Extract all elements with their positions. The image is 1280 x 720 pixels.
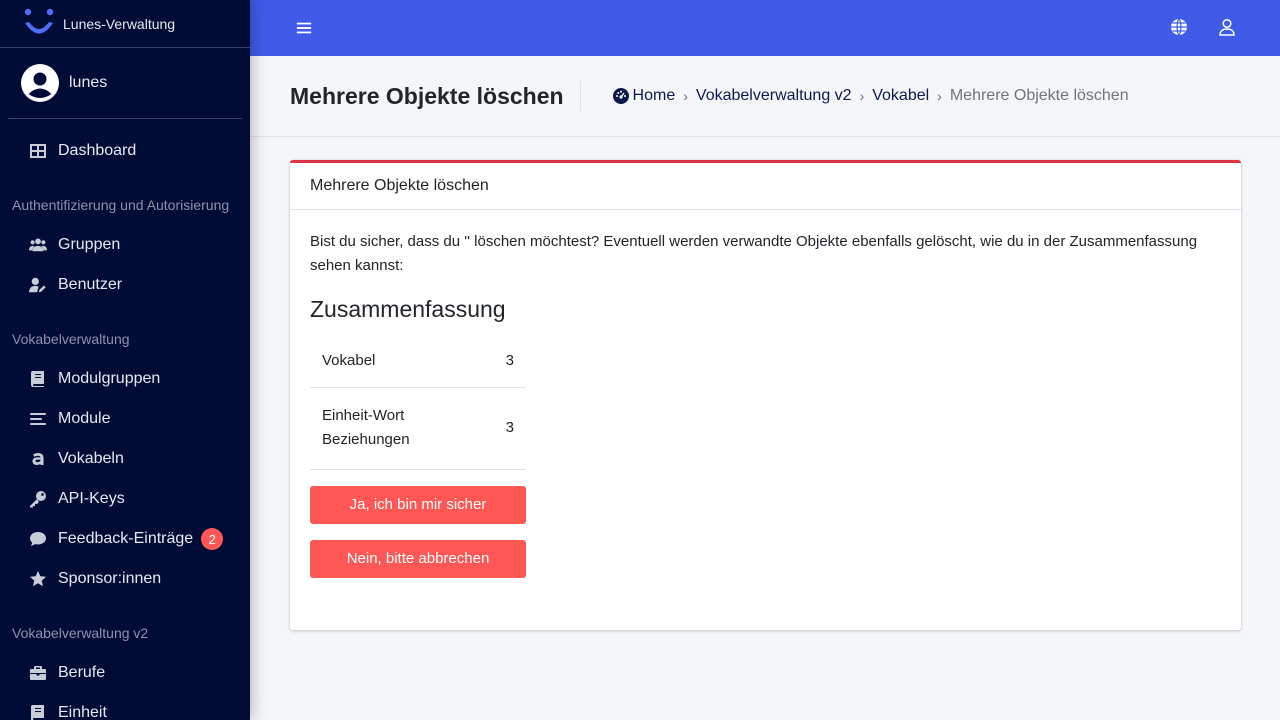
sidebar-item-dashboard[interactable]: Dashboard [0, 131, 250, 171]
sidebar-item-label: Dashboard [58, 142, 137, 159]
sidebar-item-label: Einheit [58, 704, 107, 720]
sidebar-item-professions[interactable]: Berufe [0, 653, 250, 693]
book-icon [28, 369, 48, 389]
user-avatar-icon [21, 64, 59, 102]
card-body: Bist du sicher, dass du '' löschen möcht… [290, 210, 1241, 598]
breadcrumb-home-label: Home [632, 87, 676, 104]
summary-count: 3 [493, 335, 526, 388]
lines-icon [28, 409, 48, 429]
user-edit-icon [28, 275, 48, 295]
top-navbar [250, 0, 1280, 56]
book-icon [28, 703, 48, 720]
breadcrumb-current: Mehrere Objekte löschen [949, 87, 1129, 104]
navbar-right [1170, 18, 1236, 41]
comment-icon [28, 529, 48, 549]
summary-label: Vokabel [310, 335, 494, 388]
card-title: Mehrere Objekte löschen [290, 163, 1241, 210]
sidebar-section-vocab: Vokabelverwaltung [12, 331, 130, 347]
sidebar: Lunes-Verwaltung lunes Dashboard Authent… [0, 0, 250, 720]
sidebar-item-label: Feedback-Einträge [58, 530, 194, 547]
table-row: Vokabel 3 [310, 335, 526, 388]
breadcrumb-model[interactable]: Vokabel [872, 87, 929, 105]
sidebar-item-module-groups[interactable]: Modulgruppen [0, 359, 250, 399]
globe-icon[interactable] [1170, 18, 1188, 41]
confirm-delete-button[interactable]: Ja, ich bin mir sicher [310, 485, 526, 524]
breadcrumb-separator: › [937, 88, 942, 104]
breadcrumb-home[interactable]: Home [612, 87, 676, 105]
sidebar-item-users[interactable]: Benutzer [0, 265, 250, 305]
lunes-logo-icon [24, 8, 54, 33]
user-name: lunes [69, 74, 108, 91]
users-icon [28, 235, 48, 255]
sidebar-section-vocab-v2: Vokabelverwaltung v2 [12, 625, 149, 641]
sidebar-item-modules[interactable]: Module [0, 399, 250, 439]
user-panel[interactable]: lunes [8, 48, 242, 119]
sidebar-item-api-keys[interactable]: API-Keys [0, 479, 250, 519]
sidebar-item-label: Gruppen [58, 236, 121, 253]
confirmation-message: Bist du sicher, dass du '' löschen möcht… [310, 233, 1198, 274]
breadcrumb-separator: › [683, 88, 688, 104]
breadcrumb-app[interactable]: Vokabelverwaltung v2 [696, 87, 852, 105]
briefcase-icon [28, 663, 48, 683]
letter-a-icon [28, 449, 48, 469]
summary-heading: Zusammenfassung [310, 296, 506, 322]
summary-table: Vokabel 3 Einheit-Wort Beziehungen 3 [310, 335, 526, 470]
sidebar-item-vocabulary[interactable]: Vokabeln [0, 439, 250, 479]
sidebar-item-sponsors[interactable]: Sponsor:innen [0, 559, 250, 599]
summary-count: 3 [493, 387, 526, 470]
breadcrumb: Home › Vokabelverwaltung v2 › Vokabel › … [612, 87, 1129, 105]
sidebar-item-feedback[interactable]: Feedback-Einträge 2 [0, 519, 250, 559]
breadcrumb-separator: › [859, 88, 865, 104]
key-icon [28, 489, 48, 509]
sidebar-item-label: Sponsor:innen [58, 570, 162, 587]
summary-label: Einheit-Wort Beziehungen [310, 387, 494, 470]
page-title: Mehrere Objekte löschen [290, 81, 581, 111]
sidebar-item-unit[interactable]: Einheit [0, 693, 250, 720]
cancel-button[interactable]: Nein, bitte abbrechen [310, 539, 526, 578]
menu-toggle-icon[interactable] [296, 19, 314, 37]
sidebar-item-groups[interactable]: Gruppen [0, 225, 250, 265]
table-row: Einheit-Wort Beziehungen 3 [310, 387, 526, 470]
sidebar-item-label: Berufe [58, 664, 106, 681]
sidebar-nav: Dashboard Authentifizierung und Autorisi… [0, 119, 250, 720]
dashboard-gauge-icon [612, 88, 629, 104]
sidebar-item-label: Benutzer [58, 276, 123, 293]
star-icon [28, 569, 48, 589]
delete-confirmation-card: Mehrere Objekte löschen Bist du sicher, … [290, 160, 1241, 630]
content-header: Mehrere Objekte löschen Home › Vokabelve… [250, 56, 1280, 137]
feedback-count-badge: 2 [201, 528, 224, 550]
user-icon[interactable] [1218, 18, 1236, 41]
brand-name: Lunes-Verwaltung [63, 15, 176, 32]
sidebar-item-label: Vokabeln [58, 450, 124, 467]
sidebar-section-auth: Authentifizierung und Autorisierung [12, 197, 230, 213]
sidebar-item-label: Modulgruppen [58, 370, 161, 387]
brand-link[interactable]: Lunes-Verwaltung [0, 0, 250, 48]
table-grid-icon [28, 141, 48, 161]
sidebar-item-label: API-Keys [58, 490, 125, 507]
sidebar-item-label: Module [58, 410, 111, 427]
